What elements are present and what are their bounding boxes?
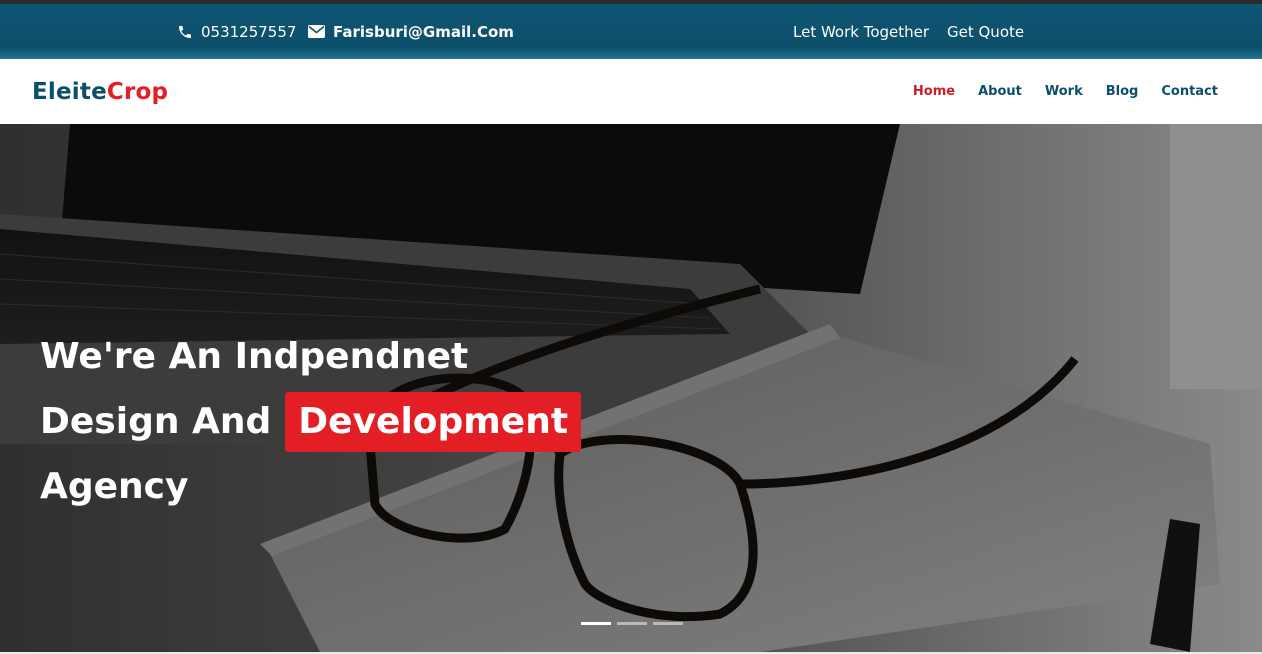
logo-text-accent: Crop (106, 78, 169, 105)
headline-line-2: Design And Development (40, 389, 582, 454)
headline-line-1: We're An Indpendnet (40, 324, 581, 389)
phone-number: 0531257557 (201, 22, 297, 41)
headline-text-1: We're An Indpendnet (40, 336, 469, 377)
phone-contact[interactable]: 0531257557 (177, 4, 296, 59)
email-address: Farisburi@Gmail.Com (333, 22, 514, 41)
top-contact-bar: 0531257557 Farisburi@Gmail.Com Let Work … (0, 4, 1262, 59)
slider-indicators (581, 622, 689, 625)
logo-text-primary: Eleite (32, 78, 107, 105)
slide-indicator-1[interactable] (581, 622, 611, 625)
main-navbar: Eleite Crop Home About Work Blog Contact (0, 59, 1262, 124)
nav-about[interactable]: About (978, 84, 1022, 99)
hero-headline: We're An Indpendnet Design And Developme… (40, 324, 582, 519)
email-contact[interactable]: Farisburi@Gmail.Com (308, 4, 514, 59)
envelope-icon (308, 25, 333, 38)
headline-text-2: Design And (40, 401, 272, 442)
headline-line-3: Agency (40, 454, 581, 519)
site-logo[interactable]: Eleite Crop (32, 59, 168, 124)
lets-work-together-link[interactable]: Let Work Together (793, 4, 929, 59)
nav-contact[interactable]: Contact (1161, 84, 1218, 99)
nav-menu: Home About Work Blog Contact (890, 59, 1218, 124)
phone-icon (177, 24, 201, 40)
slide-indicator-3[interactable] (653, 622, 683, 625)
nav-work[interactable]: Work (1045, 84, 1083, 99)
headline-highlight: Development (285, 391, 582, 452)
nav-home[interactable]: Home (913, 84, 955, 99)
headline-text-3: Agency (40, 466, 189, 507)
get-quote-link[interactable]: Get Quote (947, 4, 1024, 59)
slide-indicator-2[interactable] (617, 622, 647, 625)
nav-blog[interactable]: Blog (1106, 84, 1139, 99)
hero-slider: We're An Indpendnet Design And Developme… (0, 124, 1262, 652)
